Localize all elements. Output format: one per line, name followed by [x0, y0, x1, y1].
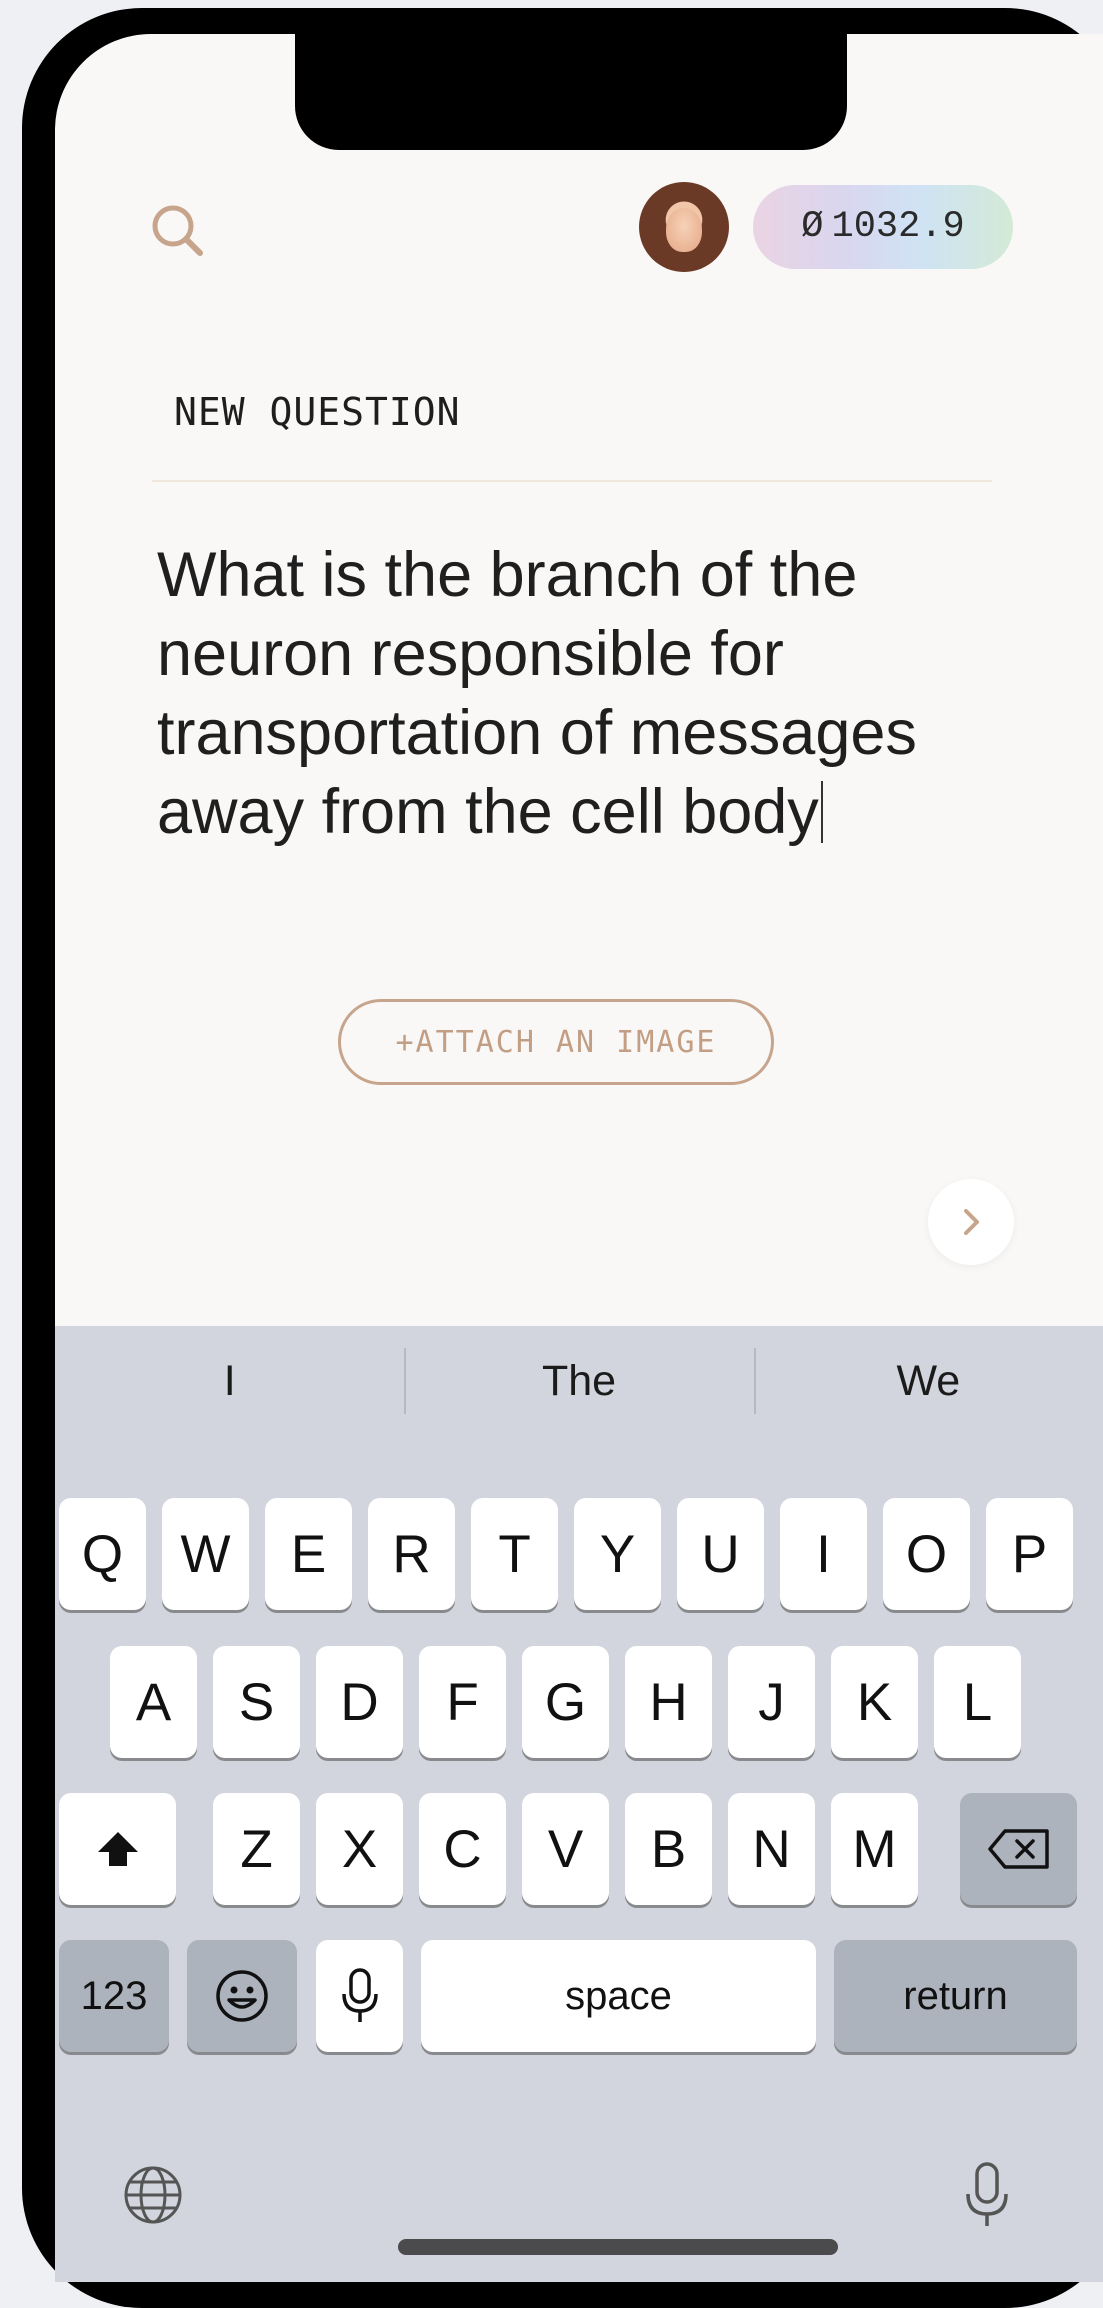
app-screen: Ø 1032.9 NEW QUESTION What is the branch… — [55, 34, 1103, 2282]
key-n[interactable]: N — [728, 1793, 815, 1905]
key-t[interactable]: T — [471, 1498, 558, 1610]
question-input[interactable]: What is the branch of the neuron respons… — [157, 536, 1057, 852]
key-a[interactable]: A — [110, 1646, 197, 1758]
suggestion-item[interactable]: I — [55, 1348, 404, 1414]
attach-image-button[interactable]: +ATTACH AN IMAGE — [338, 999, 774, 1085]
key-l[interactable]: L — [934, 1646, 1021, 1758]
section-title: NEW QUESTION — [174, 390, 461, 434]
emoji-key[interactable] — [187, 1940, 297, 2052]
search-icon[interactable] — [148, 201, 208, 261]
key-m[interactable]: M — [831, 1793, 918, 1905]
balance-badge[interactable]: Ø 1032.9 — [753, 185, 1013, 269]
microphone-icon — [341, 1968, 378, 2022]
key-y[interactable]: Y — [574, 1498, 661, 1610]
user-avatar[interactable] — [639, 182, 729, 272]
key-r[interactable]: R — [368, 1498, 455, 1610]
chevron-right-icon — [964, 1209, 979, 1235]
predictive-suggestions: I The We — [55, 1348, 1103, 1414]
device-notch — [295, 34, 847, 150]
backspace-icon — [987, 1829, 1049, 1869]
backspace-key[interactable] — [960, 1793, 1077, 1905]
key-i[interactable]: I — [780, 1498, 867, 1610]
return-key[interactable]: return — [834, 1940, 1077, 2052]
balance-value: 1032.9 — [831, 206, 965, 248]
shift-key[interactable] — [59, 1793, 176, 1905]
key-u[interactable]: U — [677, 1498, 764, 1610]
key-h[interactable]: H — [625, 1646, 712, 1758]
balance-symbol: Ø — [801, 206, 824, 248]
key-q[interactable]: Q — [59, 1498, 146, 1610]
key-s[interactable]: S — [213, 1646, 300, 1758]
dictation-key[interactable] — [316, 1940, 403, 2052]
numbers-key[interactable]: 123 — [59, 1940, 169, 2052]
suggestion-item[interactable]: The — [404, 1348, 753, 1414]
globe-icon[interactable] — [122, 2164, 184, 2226]
key-p[interactable]: P — [986, 1498, 1073, 1610]
key-g[interactable]: G — [522, 1646, 609, 1758]
section-divider — [152, 480, 992, 482]
key-f[interactable]: F — [419, 1646, 506, 1758]
key-e[interactable]: E — [265, 1498, 352, 1610]
key-d[interactable]: D — [316, 1646, 403, 1758]
next-button[interactable] — [928, 1179, 1014, 1265]
text-cursor — [820, 781, 823, 843]
key-j[interactable]: J — [728, 1646, 815, 1758]
question-input-text: What is the branch of the neuron respons… — [157, 540, 917, 847]
space-key[interactable]: space — [421, 1940, 816, 2052]
keyboard: I The We Q W E R T Y U I O P A S D F G H… — [55, 1326, 1103, 2282]
key-o[interactable]: O — [883, 1498, 970, 1610]
key-z[interactable]: Z — [213, 1793, 300, 1905]
key-v[interactable]: V — [522, 1793, 609, 1905]
key-k[interactable]: K — [831, 1646, 918, 1758]
emoji-icon — [216, 1970, 268, 2022]
shift-icon — [97, 1832, 138, 1866]
key-x[interactable]: X — [316, 1793, 403, 1905]
microphone-icon[interactable] — [963, 2160, 1011, 2230]
key-c[interactable]: C — [419, 1793, 506, 1905]
home-indicator — [398, 2239, 838, 2255]
key-b[interactable]: B — [625, 1793, 712, 1905]
suggestion-item[interactable]: We — [753, 1348, 1103, 1414]
key-w[interactable]: W — [162, 1498, 249, 1610]
